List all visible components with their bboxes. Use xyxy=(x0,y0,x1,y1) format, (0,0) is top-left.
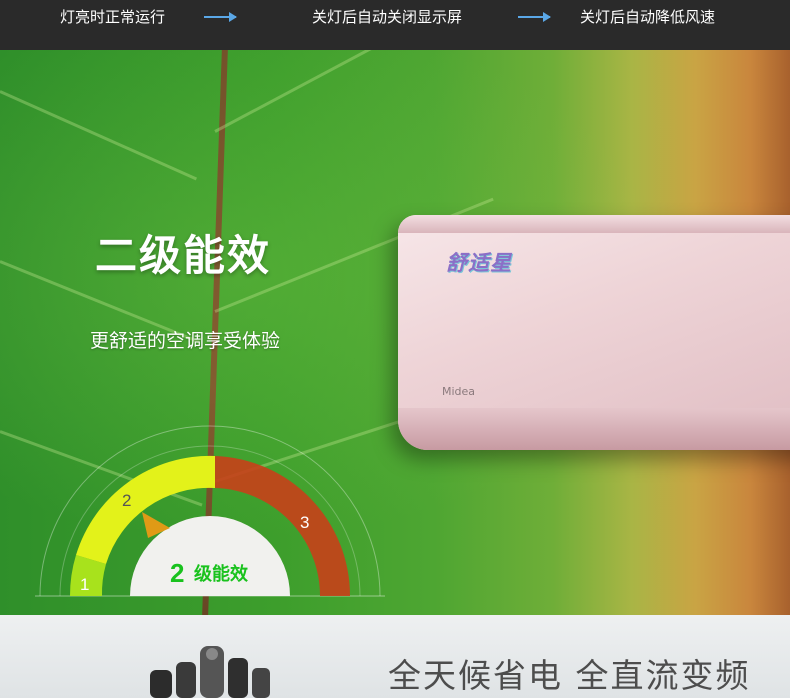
product-logo: 舒适星 xyxy=(446,251,512,275)
gauge-level-1-label: 1 xyxy=(80,575,89,594)
gauge-current-text: 级能效 xyxy=(194,563,249,585)
step-lights-on: 灯亮时正常运行 xyxy=(60,8,166,26)
page-title: 二级能效 xyxy=(95,231,272,280)
dc-inverter-section: 全天候省电 全直流变频 xyxy=(0,615,790,698)
leaf-vein xyxy=(214,50,446,133)
air-conditioner-unit: 舒适星 Midea xyxy=(398,215,790,450)
gauge-level-3-label: 3 xyxy=(300,513,309,532)
leaf-vein xyxy=(0,90,198,181)
step-screen-off: 关灯后自动关闭显示屏 xyxy=(312,8,463,26)
hero-subtitle: 更舒适的空调享受体验 xyxy=(90,330,281,352)
top-steps-bar: 灯亮时正常运行 关灯后自动关闭显示屏 关灯后自动降低风速 xyxy=(0,0,790,50)
ac-air-outlet xyxy=(398,408,790,450)
ac-top-panel xyxy=(398,215,790,233)
arrow-icon xyxy=(518,12,551,22)
brand-logo: Midea xyxy=(442,385,476,398)
leaf-hero-banner: 二级能效 更舒适的空调享受体验 1 2 3 2 级能效 舒适星 Midea xyxy=(0,50,790,615)
compressor-parts-image xyxy=(150,646,270,698)
section-title: 全天候省电 全直流变频 xyxy=(388,656,751,695)
step-fan-slow: 关灯后自动降低风速 xyxy=(580,8,716,26)
energy-efficiency-gauge: 1 2 3 2 级能效 xyxy=(35,425,385,597)
arrow-icon xyxy=(204,12,237,22)
gauge-level-2-label: 2 xyxy=(122,491,131,510)
gauge-current-number: 2 xyxy=(170,558,184,588)
